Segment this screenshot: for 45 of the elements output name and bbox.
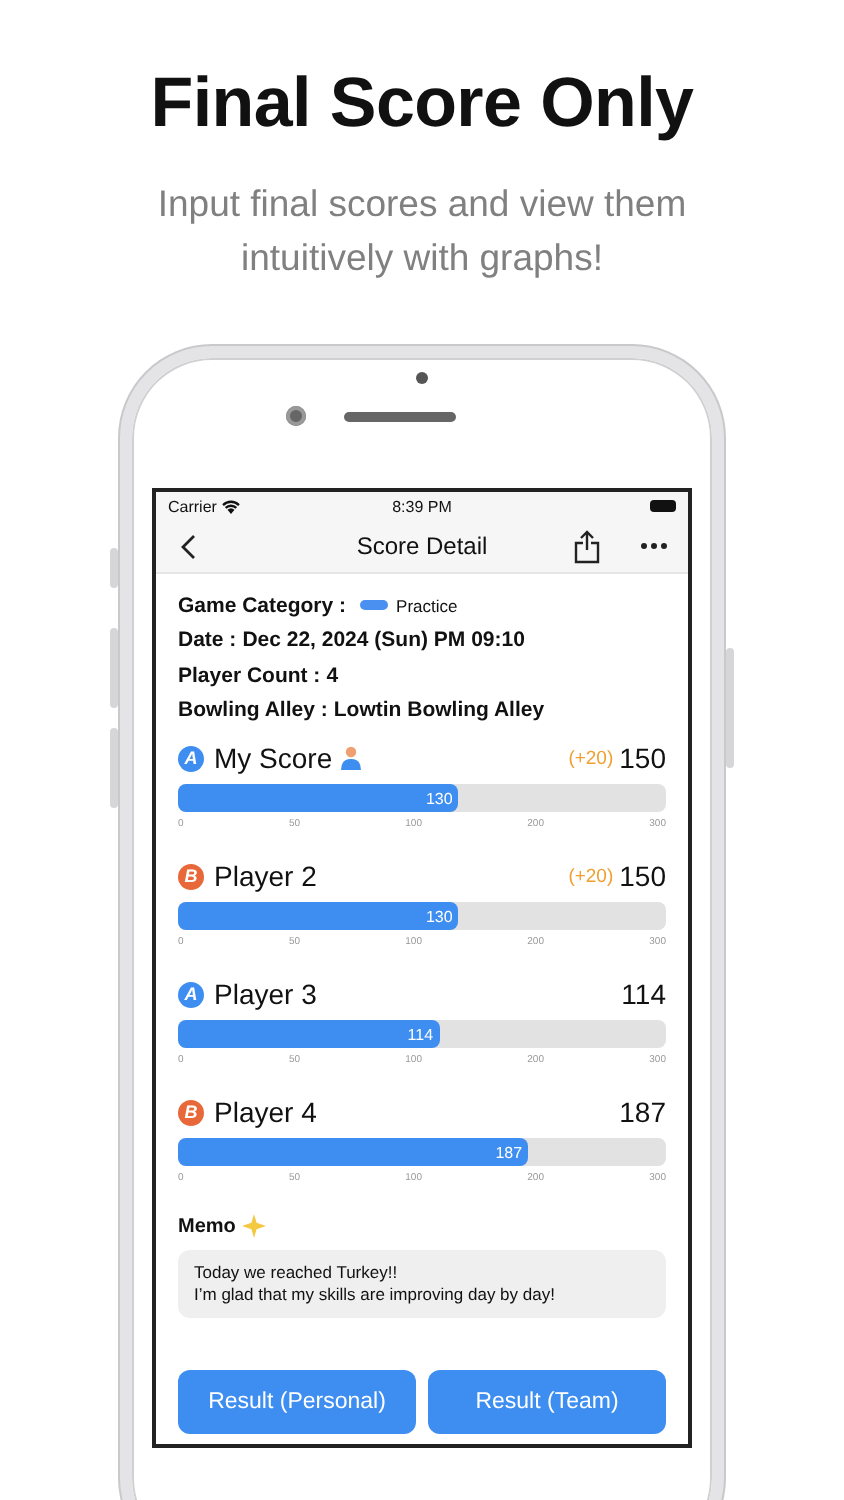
info-value: Dec 22, 2024 (Sun) PM 09:10 <box>242 628 525 653</box>
player-name: Player 4 <box>214 1096 317 1128</box>
memo-text: Today we reached Turkey!! <box>194 1262 400 1284</box>
sensor-icon <box>416 372 428 384</box>
bonus-score: (+20) <box>568 747 614 769</box>
info-label: Date : <box>178 628 237 653</box>
player-name: Player 2 <box>214 860 317 892</box>
info-label: Game Category : <box>178 593 347 618</box>
score-bar: 130 <box>178 902 459 930</box>
bonus-score: (+20) <box>568 865 614 887</box>
player-name: My Score <box>214 742 333 774</box>
total-score: 114 <box>621 978 666 1010</box>
team-badge: B <box>178 1099 204 1125</box>
category-value: Practice <box>396 595 458 616</box>
more-icon[interactable] <box>640 542 668 550</box>
sparkle-icon <box>241 1214 266 1238</box>
info-value: Lowtin Bowling Alley <box>333 698 545 723</box>
status-time: 8:39 PM <box>390 497 454 515</box>
team-badge: B <box>178 863 204 889</box>
result-button[interactable]: Result (Team) <box>428 1370 666 1434</box>
memo-title: Memo <box>178 1215 236 1237</box>
total-score: 150 <box>619 860 666 892</box>
total-score: 187 <box>619 1096 666 1128</box>
team-badge: A <box>178 745 204 771</box>
score-bar: 130 <box>178 784 459 812</box>
carrier-label: Carrier <box>168 497 217 515</box>
score-bar: 114 <box>178 1020 440 1048</box>
subtitle: Input final scores and view them intuitively with graphs! <box>155 180 689 282</box>
player-name: Player 3 <box>214 978 317 1010</box>
info-label: Player Count : <box>178 663 321 688</box>
total-score: 150 <box>619 742 666 774</box>
info-value: 4 <box>326 663 339 688</box>
camera-icon <box>286 406 306 426</box>
memo-text: I’m glad that my skills are improving day by day! <box>194 1284 557 1306</box>
team-badge: A <box>178 981 204 1007</box>
headline: Final Score Only <box>148 62 696 146</box>
screen-title: Score Detail <box>354 532 490 560</box>
wifi-icon <box>222 499 241 513</box>
score-bar: 187 <box>178 1138 529 1166</box>
share-icon[interactable] <box>574 529 600 563</box>
battery-icon <box>650 500 676 512</box>
result-button[interactable]: Result (Personal) <box>178 1370 416 1434</box>
speaker-icon <box>344 411 456 421</box>
back-icon[interactable] <box>180 533 196 559</box>
info-label: Bowling Alley : <box>178 698 328 723</box>
